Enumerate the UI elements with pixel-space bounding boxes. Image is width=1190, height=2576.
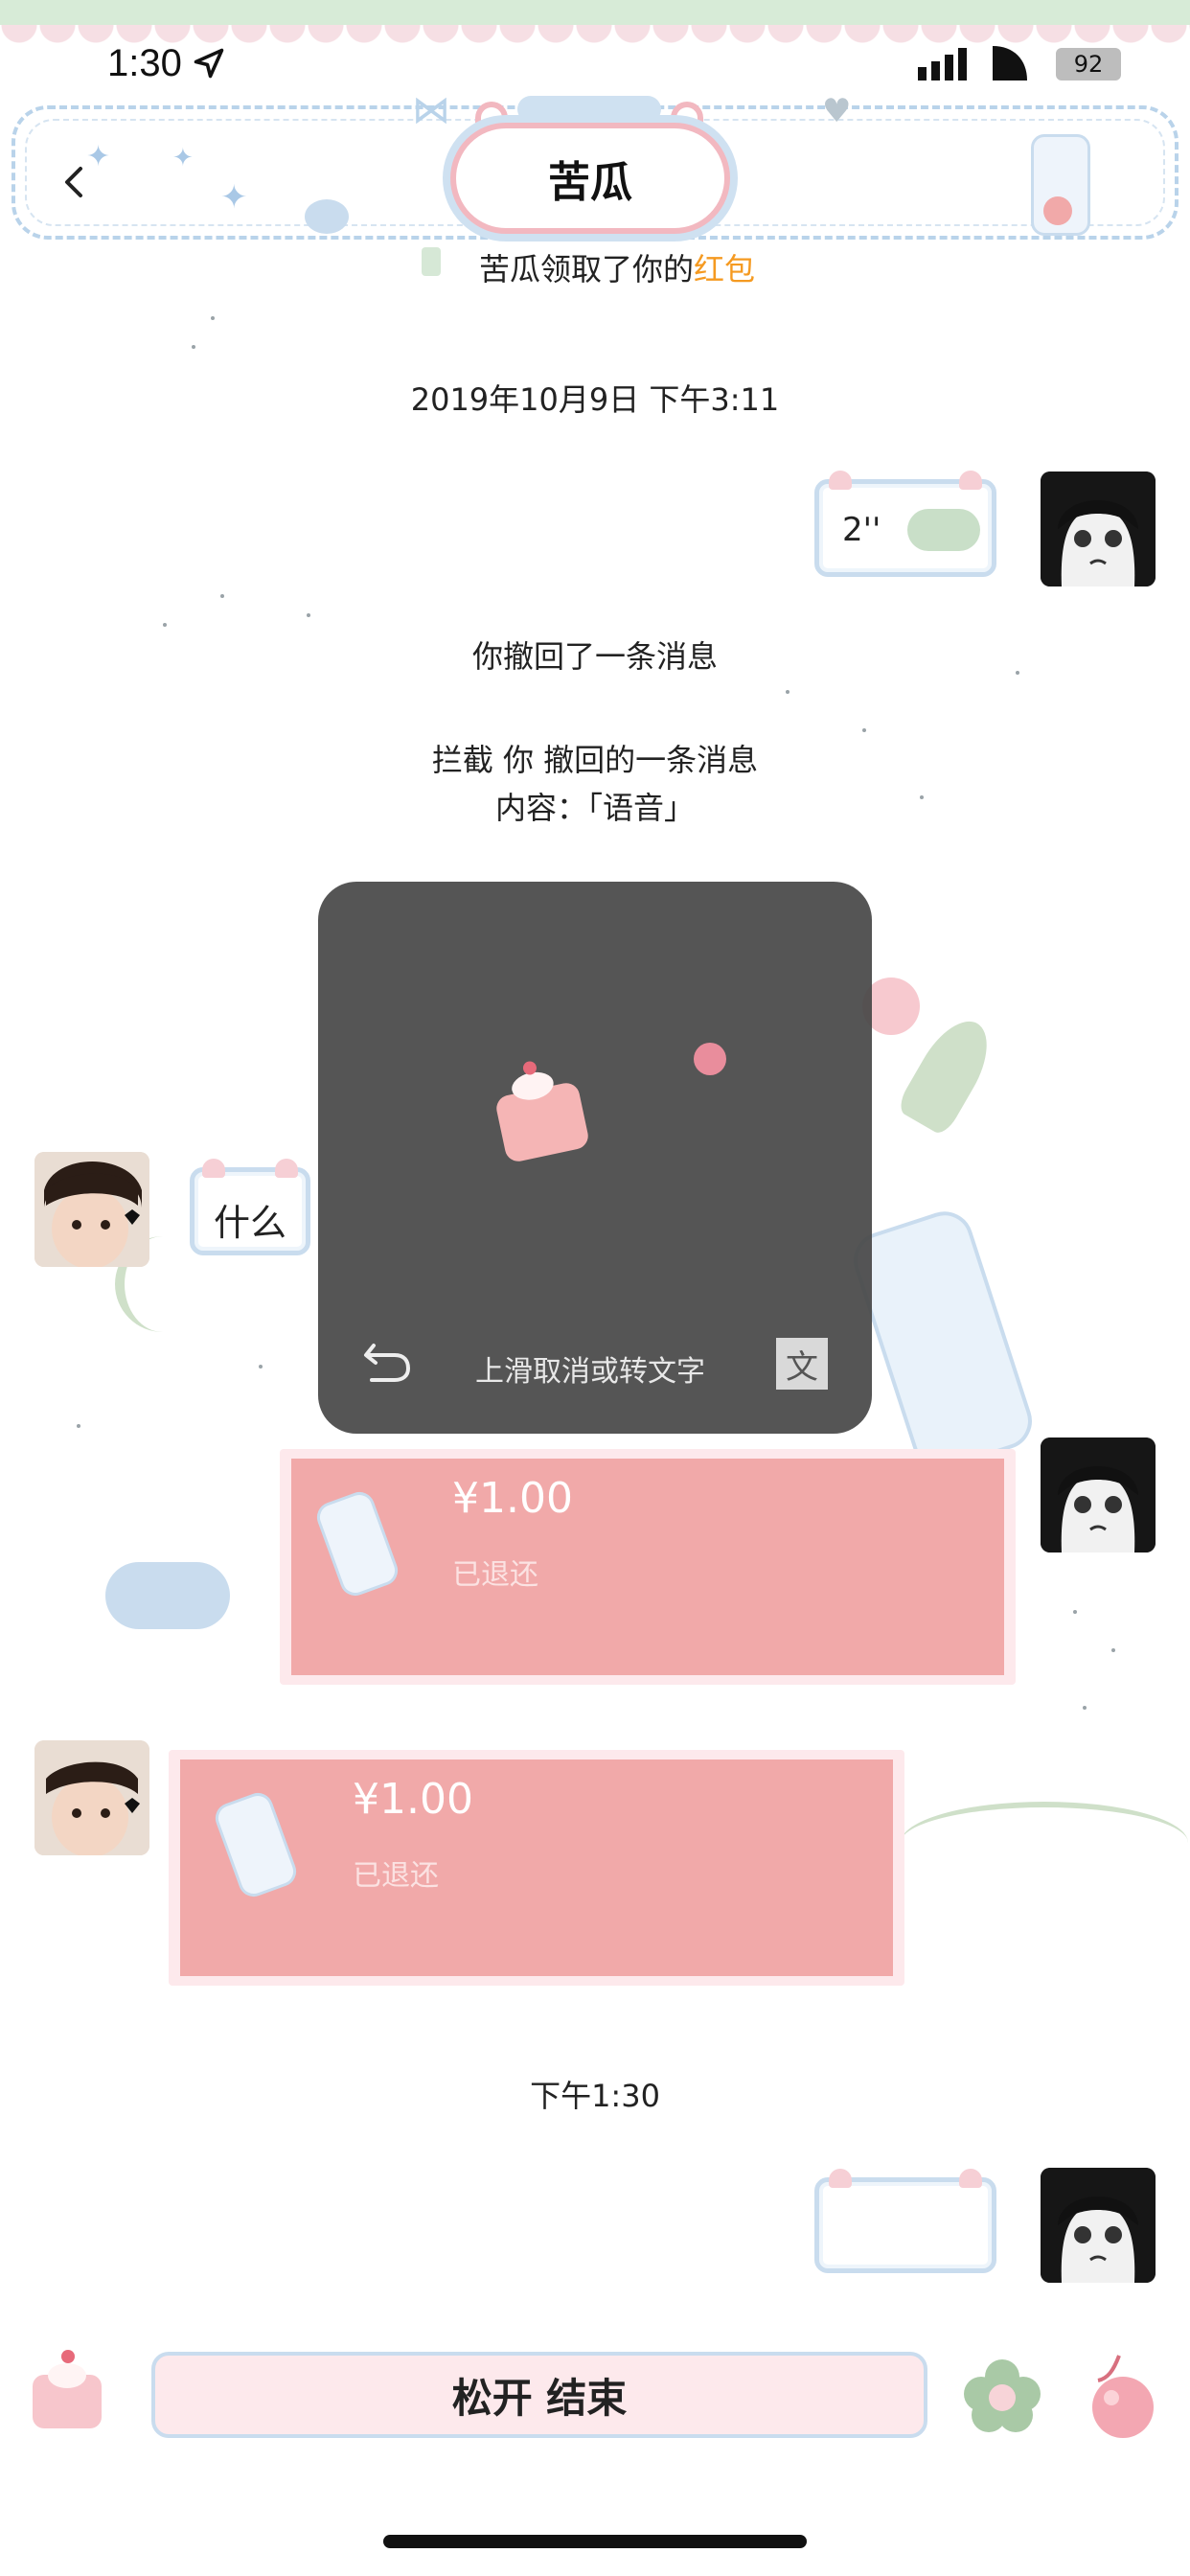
sparkle-icon: ✦	[220, 178, 248, 217]
avatar-photo-icon	[34, 1152, 149, 1267]
decor-dot	[220, 594, 224, 598]
candy-decor-icon	[105, 1562, 230, 1629]
hold-to-talk-button[interactable]: 松开 结束	[151, 2352, 927, 2438]
decor-dot	[1016, 671, 1019, 675]
avatar-illustration-icon	[1041, 1438, 1156, 1552]
decor-dot	[786, 690, 790, 694]
redpacket-amount: ¥1.00	[353, 1775, 473, 1824]
redpacket-card-incoming[interactable]: ¥1.00 已退还	[169, 1750, 904, 1986]
intercept-notice-line1: 拦截 你 撤回的一条消息	[431, 742, 759, 778]
redpacket-link[interactable]: 红包	[694, 251, 755, 288]
intercept-notice-line2: 内容：「语音」	[494, 790, 695, 826]
timestamp: 下午1:30	[530, 2078, 660, 2114]
decor-dot	[1111, 1648, 1115, 1652]
more-plus-button[interactable]	[1085, 2352, 1157, 2438]
redpacket-notice: 苦瓜领取了你的红包	[479, 245, 755, 289]
decor-dot	[862, 728, 866, 732]
undo-icon[interactable]	[362, 1338, 412, 1388]
ribbon-decor	[517, 96, 661, 123]
decor-dot	[920, 795, 924, 799]
leaf-decor-icon	[895, 1009, 1002, 1138]
wifi-icon	[993, 46, 1029, 84]
decor-dot	[1083, 1706, 1087, 1710]
incoming-text: 什么	[214, 1202, 287, 1244]
cream-bottle-icon	[312, 1487, 402, 1600]
voice-hint-text: 上滑取消或转文字	[475, 1355, 705, 1389]
cake-icon	[493, 1060, 591, 1164]
redpacket-notice-text: 苦瓜领取了你的	[479, 251, 695, 288]
decor-dot	[307, 613, 310, 617]
my-avatar[interactable]	[1041, 472, 1156, 586]
whipped-cream-decor-icon	[846, 1204, 1040, 1478]
location-arrow-icon	[192, 46, 226, 84]
redpacket-status: 已退还	[353, 1859, 439, 1893]
top-decor-band	[0, 0, 1190, 25]
flower-emoji-button[interactable]	[962, 2358, 1042, 2434]
cream-bottle-icon	[211, 1788, 301, 1901]
redpacket-card-body: ¥1.00 已退还	[291, 1459, 1004, 1675]
convert-to-text-button[interactable]: 文	[776, 1338, 828, 1390]
cake-emoji-button[interactable]	[33, 2350, 102, 2428]
voice-recording-overlay: 上滑取消或转文字 文	[318, 882, 872, 1434]
home-indicator	[383, 2535, 807, 2548]
redpacket-notice-icon	[422, 247, 441, 276]
avatar-illustration-icon	[1041, 472, 1156, 586]
status-time: 1:30	[107, 42, 182, 84]
timestamp: 2019年10月9日 下午3:11	[410, 381, 780, 418]
decor-dot	[211, 316, 215, 320]
incoming-text-bubble[interactable]: 什么	[190, 1159, 310, 1255]
chevron-left-icon	[65, 167, 82, 197]
outgoing-pending-bubble[interactable]	[814, 2169, 996, 2273]
bow-decor-icon: ⋈	[412, 88, 450, 132]
contact-avatar[interactable]	[34, 1152, 149, 1267]
recalled-notice: 你撤回了一条消息	[471, 638, 718, 675]
voice-message-bubble[interactable]: 2''	[814, 471, 996, 577]
cream-bottle-decor-icon	[1031, 134, 1090, 236]
decor-dot	[77, 1424, 80, 1428]
signal-icon	[918, 48, 970, 84]
title-bubble: 苦瓜	[450, 123, 730, 234]
decor-dot	[192, 345, 195, 349]
battery-indicator: 92	[1056, 48, 1121, 80]
cherry-icon	[1092, 2355, 1154, 2438]
ribbon-decor	[901, 1802, 1188, 1884]
cherry-icon	[694, 1043, 726, 1075]
strawberry-decor-icon: ♥	[822, 92, 852, 130]
voice-wave-icon	[907, 509, 980, 551]
decor-dot	[259, 1365, 263, 1368]
decor-dot	[1073, 1610, 1077, 1614]
redpacket-status: 已退还	[452, 1558, 538, 1592]
page-title: 苦瓜	[548, 158, 632, 207]
my-avatar[interactable]	[1041, 1438, 1156, 1552]
redpacket-card-body: ¥1.00 已退还	[180, 1760, 893, 1976]
redpacket-amount: ¥1.00	[452, 1474, 573, 1523]
sparkle-icon: ✦	[172, 144, 194, 172]
decor-dot	[163, 623, 167, 627]
heart-decor-icon	[305, 199, 349, 234]
my-avatar[interactable]	[1041, 2168, 1156, 2283]
redpacket-card-outgoing[interactable]: ¥1.00 已退还	[280, 1449, 1016, 1685]
flower-icon	[964, 2359, 1041, 2432]
avatar-photo-icon	[34, 1740, 149, 1855]
contact-avatar[interactable]	[34, 1740, 149, 1855]
avatar-illustration-icon	[1041, 2168, 1156, 2283]
voice-duration: 2''	[842, 511, 881, 549]
back-button[interactable]	[56, 163, 94, 201]
